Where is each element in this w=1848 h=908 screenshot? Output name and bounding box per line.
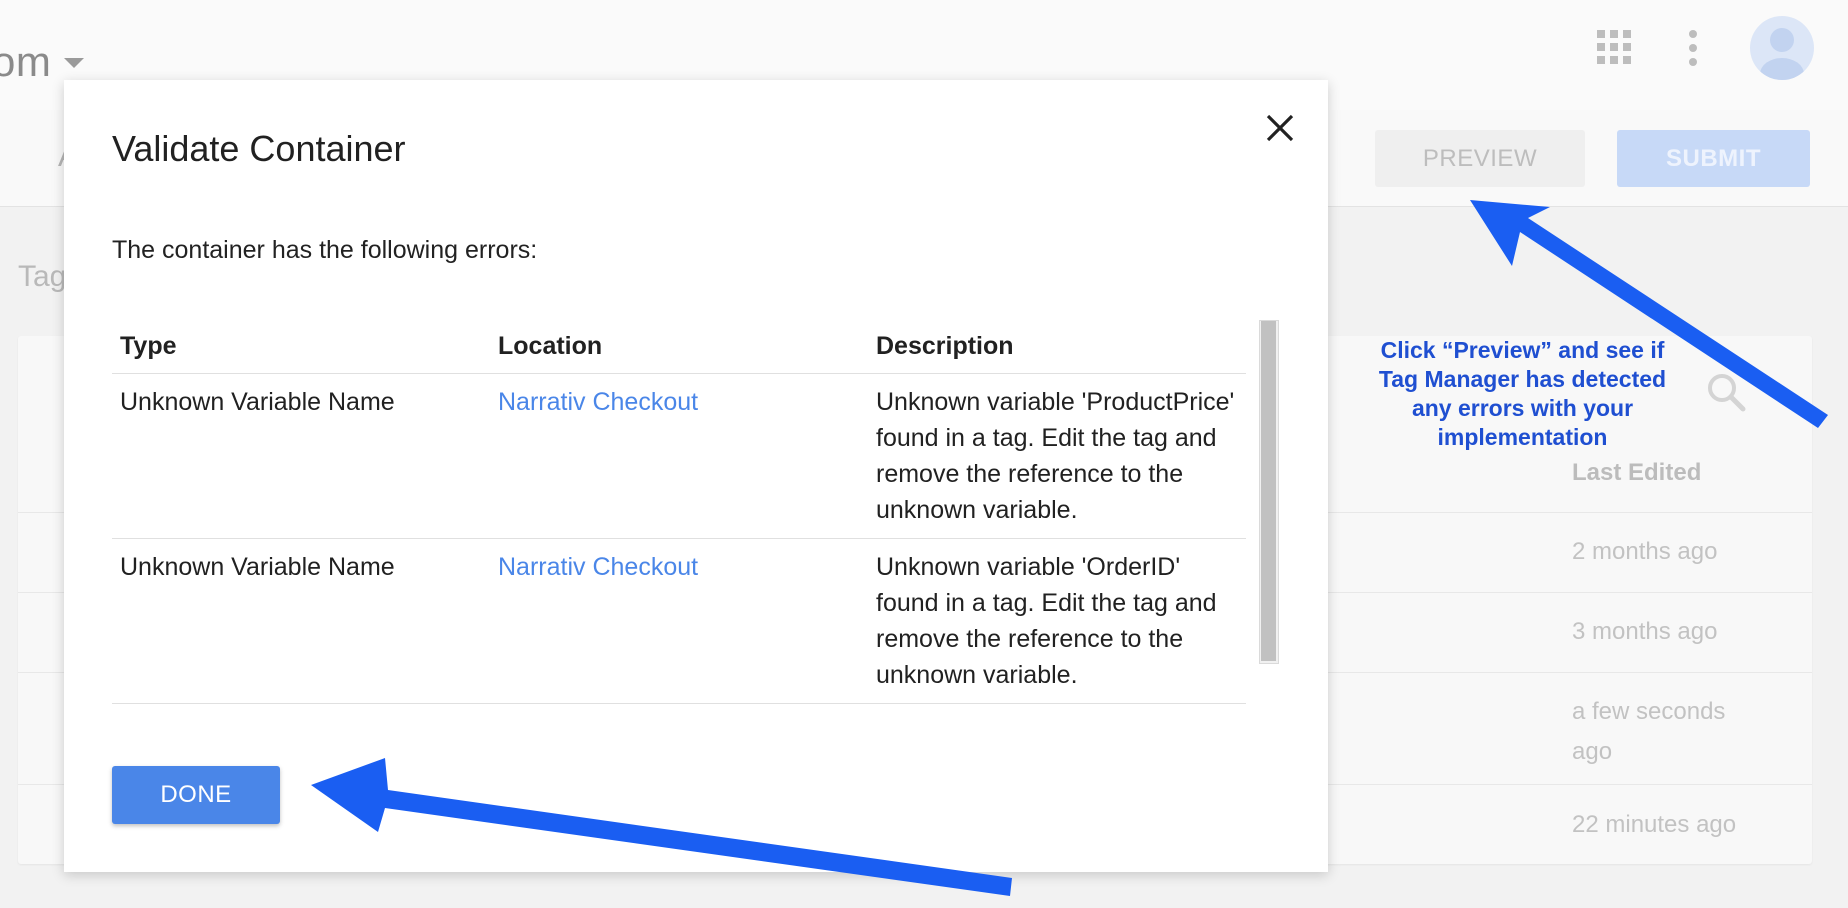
arrow-to-done <box>311 758 1012 896</box>
annotation-arrows <box>311 200 1828 896</box>
annotation-callout: Click “Preview” and see if Tag Manager h… <box>1378 337 1667 450</box>
